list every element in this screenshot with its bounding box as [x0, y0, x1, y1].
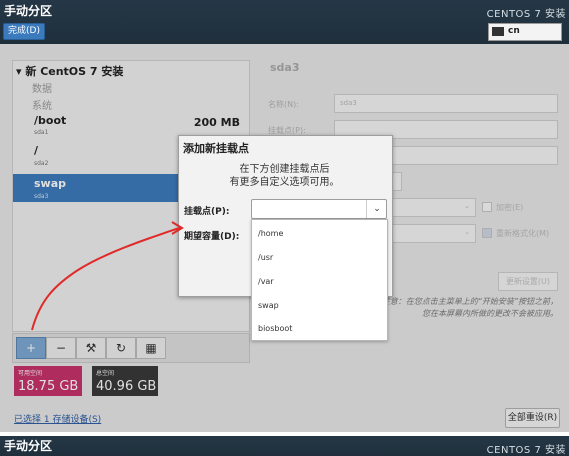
annotation-arrow [31, 221, 184, 331]
second-product-title: CENTOS 7 安装 [486, 445, 566, 456]
annotation-arrow-line [31, 227, 181, 331]
second-header-bar [0, 436, 569, 456]
second-page-title: 手动分区 [4, 439, 53, 453]
